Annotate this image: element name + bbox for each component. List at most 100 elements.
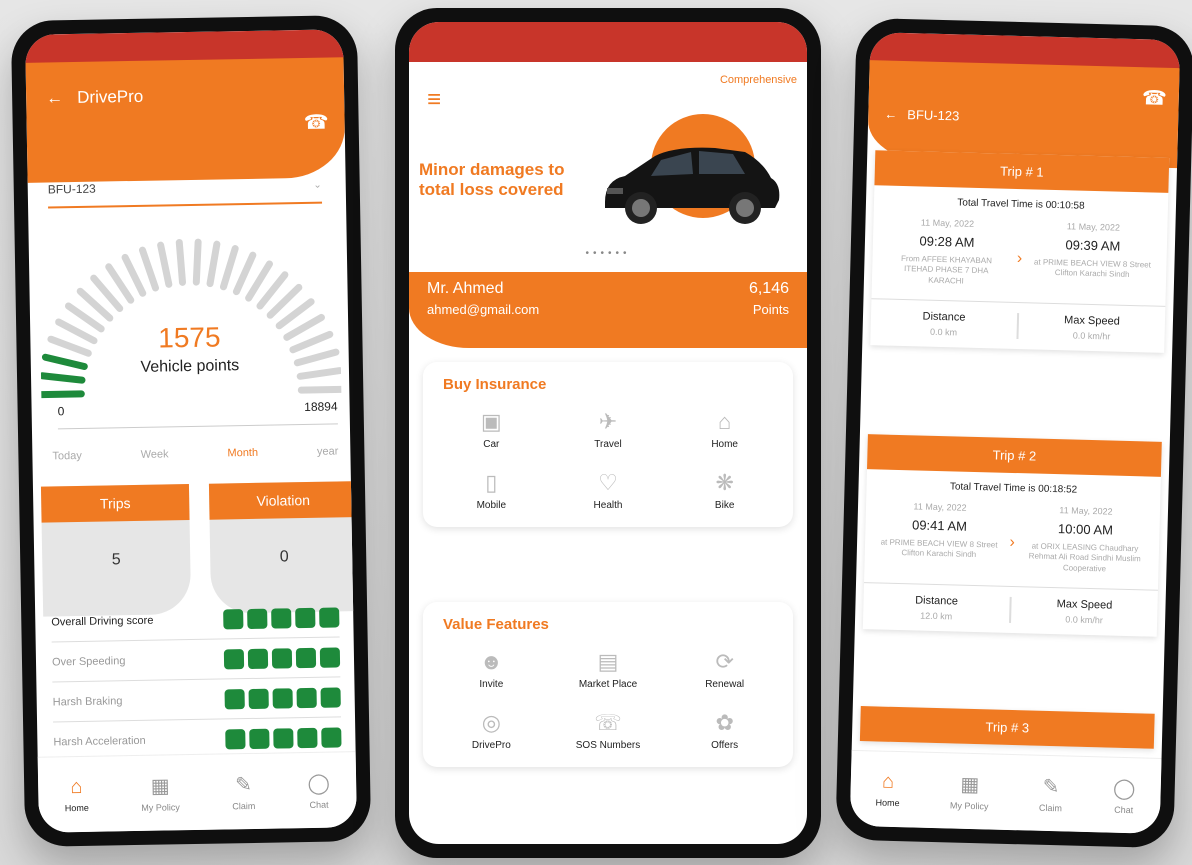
sos-icon: ☏ <box>594 710 622 735</box>
rating-dot <box>249 728 270 749</box>
metric-label: Distance <box>915 594 959 608</box>
gauge-range: 0 18894 <box>57 399 338 430</box>
insurance-car[interactable]: ▣ Car <box>433 411 550 451</box>
rating-dot <box>271 647 293 669</box>
trip-card[interactable]: Trip # 3 <box>859 706 1155 749</box>
rating-dot <box>321 726 342 748</box>
bottom-nav: ⌂ Home ▦ My Policy ✎ Claim ◯ Chat <box>849 749 1162 834</box>
gauge-min: 0 <box>57 404 65 419</box>
gauge-max: 18894 <box>304 399 338 415</box>
item-label: Mobile <box>476 500 507 511</box>
end-time: 09:39 AM <box>1065 237 1121 254</box>
rating-dot <box>295 647 317 668</box>
speed-metric: Max Speed 0.0 km/hr <box>1016 313 1166 344</box>
rating-dot <box>319 606 340 628</box>
chevron-right-icon: › <box>1016 249 1023 268</box>
insurance-mobile[interactable]: ▯ Mobile <box>433 472 550 512</box>
violation-value: 0 <box>279 548 289 566</box>
trip-card[interactable]: Trip # 2 Total Travel Time is 00:18:52 1… <box>862 434 1162 637</box>
center-phone: ≡ Comprehensive Minor damages to total l… <box>395 8 821 858</box>
feature-renewal[interactable]: ⟳ Renewal <box>666 649 783 691</box>
feature-offers[interactable]: ✿ Offers <box>666 712 783 752</box>
nav-my-policy[interactable]: ▦ My Policy <box>949 771 990 812</box>
feature-invite[interactable]: ☻ Invite <box>433 651 550 691</box>
insurance-health[interactable]: ♡ Health <box>550 470 667 512</box>
nav-claim[interactable]: ✎ Claim <box>232 772 255 811</box>
period-tabs: Today Week Month year <box>52 445 338 462</box>
nav-label: Home <box>64 802 89 814</box>
end-date: 11 May, 2022 <box>1066 221 1121 233</box>
nav-home[interactable]: ⌂ Home <box>875 770 900 808</box>
gauge-tick <box>219 245 239 291</box>
start-date: 11 May, 2022 <box>913 501 967 513</box>
tab-year[interactable]: year <box>317 445 339 457</box>
car-image <box>605 147 780 224</box>
plane-icon: ✈ <box>598 409 618 434</box>
left-phone: ← DrivePro ☎ BFU-123 ⌄ 1575 Vehicle poin… <box>10 15 372 847</box>
trips-label: Trips <box>40 484 190 523</box>
nav-claim[interactable]: ✎ Claim <box>1039 774 1063 814</box>
chat-icon: ◯ <box>1112 777 1136 801</box>
score-label: Harsh Braking <box>52 694 123 708</box>
plan-label[interactable]: Comprehensive <box>720 74 797 86</box>
feature-drivepro[interactable]: ◎ DrivePro <box>433 712 550 752</box>
user-card: Mr. Ahmed ahmed@gmail.com 6,146 Points <box>409 272 807 348</box>
tab-week[interactable]: Week <box>141 448 169 460</box>
metric-value: 0.0 km <box>929 326 958 338</box>
item-label: Bike <box>714 500 735 511</box>
carousel-pager[interactable]: •••••• <box>409 248 807 259</box>
heart-pulse-icon: ♡ <box>598 470 618 495</box>
trips-card[interactable]: Trips 5 <box>40 484 192 617</box>
phone-icon[interactable]: ☎ <box>303 110 329 135</box>
gauge-tick <box>121 253 147 297</box>
banner-headline: Minor damages to total loss covered <box>419 160 565 200</box>
trip-card[interactable]: Trip # 1 Total Travel Time is 00:10:58 1… <box>870 150 1170 354</box>
insurance-bike[interactable]: ❋ Bike <box>666 472 783 512</box>
phone-icon[interactable]: ☎ <box>1142 85 1168 111</box>
vehicle-select[interactable]: BFU-123 ⌄ <box>47 167 323 209</box>
feature-sos-numbers[interactable]: ☏ SOS Numbers <box>550 710 667 752</box>
metric-label: Max Speed <box>1063 314 1120 328</box>
vehicle-select-value: BFU-123 <box>47 181 96 197</box>
end-time: 10:00 AM <box>1057 521 1114 538</box>
buy-insurance-card: Buy Insurance ▣ Car ✈ Travel ⌂ Home ▯ Mobile… <box>423 362 793 527</box>
item-label: SOS Numbers <box>575 740 641 751</box>
nav-label: Chat <box>309 799 329 810</box>
tab-month[interactable]: Month <box>227 447 258 460</box>
points-value: 1575 <box>157 321 221 354</box>
rating-dot <box>223 608 244 629</box>
home-icon: ⌂ <box>70 775 83 799</box>
back-arrow-icon[interactable]: ← <box>884 106 897 121</box>
app-title: DrivePro <box>76 86 144 107</box>
menu-icon[interactable]: ≡ <box>427 88 441 112</box>
back-arrow-icon[interactable]: ← <box>46 88 63 108</box>
points-label: Points <box>752 302 789 317</box>
left-screen: ← DrivePro ☎ BFU-123 ⌄ 1575 Vehicle poin… <box>25 29 357 833</box>
tab-today[interactable]: Today <box>52 450 82 463</box>
score-list: Overall Driving score Over Speeding Hars… <box>50 597 342 763</box>
score-label: Overall Driving score <box>51 614 154 628</box>
user-info: Mr. Ahmed ahmed@gmail.com <box>427 280 539 340</box>
section-title: Buy Insurance <box>443 376 547 393</box>
nav-home[interactable]: ⌂ Home <box>64 776 89 813</box>
violation-card[interactable]: Violation 0 <box>208 481 357 614</box>
trip-end: 11 May, 2022 09:39 AM at PRIME BEACH VIE… <box>1032 220 1154 291</box>
trip-legs: 11 May, 2022 09:41 AM at PRIME BEACH VIE… <box>864 496 1160 580</box>
nav-chat[interactable]: ◯ Chat <box>1112 776 1136 816</box>
rating-dot <box>319 646 341 668</box>
distance-metric: Distance 12.0 km <box>863 593 1010 623</box>
metric-label: Max Speed <box>1056 598 1113 612</box>
nav-my-policy[interactable]: ▦ My Policy <box>141 773 180 812</box>
header-bar <box>25 57 346 183</box>
nav-label: Claim <box>1038 802 1063 814</box>
insurance-home[interactable]: ⌂ Home <box>666 411 783 451</box>
feature-market-place[interactable]: ▤ Market Place <box>550 649 667 691</box>
store-icon: ▤ <box>597 649 619 674</box>
end-date: 11 May, 2022 <box>1059 505 1113 517</box>
insurance-travel[interactable]: ✈ Travel <box>550 409 667 451</box>
nav-label: My Policy <box>949 800 989 812</box>
refresh-icon: ⟳ <box>715 649 734 674</box>
nav-chat[interactable]: ◯ Chat <box>307 771 330 810</box>
gauge-tick <box>138 246 160 292</box>
right-phone: ☎ ← BFU-123 Trip # 1 Total Travel Time i… <box>835 17 1192 849</box>
